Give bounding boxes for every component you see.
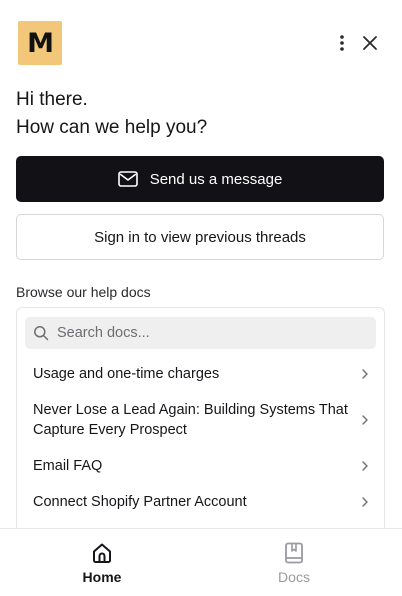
doc-item-shopify-partner[interactable]: Connect Shopify Partner Account: [33, 492, 371, 512]
tab-home-label: Home: [82, 569, 122, 585]
doc-item-title: Email FAQ: [33, 458, 103, 474]
chevron-right-icon: [359, 368, 371, 380]
chevron-right-icon: [359, 414, 371, 426]
search-bar[interactable]: [25, 317, 376, 349]
doc-item-usage-charges[interactable]: Usage and one-time charges: [33, 364, 371, 384]
search-icon: [33, 325, 49, 341]
search-input[interactable]: [57, 325, 357, 341]
greeting-line-2: How can we help you?: [16, 117, 208, 138]
greeting: Hi there. How can we help you?: [16, 86, 207, 142]
vertical-dots-icon: [340, 35, 344, 51]
tab-docs[interactable]: Docs: [234, 541, 354, 591]
doc-item-email-faq[interactable]: Email FAQ: [33, 456, 371, 476]
send-message-button[interactable]: Send us a message: [16, 156, 384, 202]
close-button[interactable]: [358, 31, 382, 55]
sign-in-label: Sign in to view previous threads: [94, 228, 306, 246]
envelope-icon: [117, 171, 138, 187]
tab-docs-label: Docs: [278, 569, 310, 585]
book-icon: [285, 542, 303, 564]
docs-card: Usage and one-time charges Never Lose a …: [16, 307, 385, 547]
home-icon: [93, 543, 111, 563]
brand-logo: M: [18, 21, 62, 65]
bottom-nav: Home Docs: [0, 528, 402, 596]
greeting-line-1: Hi there.: [16, 89, 88, 110]
doc-item-title: Connect Shopify Partner Account: [33, 494, 247, 510]
close-icon: [363, 36, 377, 50]
doc-item-title: Usage and one-time charges: [33, 366, 220, 382]
chevron-right-icon: [359, 496, 371, 508]
doc-item-never-lose-lead[interactable]: Never Lose a Lead Again: Building System…: [33, 400, 371, 440]
send-message-label: Send us a message: [149, 170, 283, 188]
tab-home[interactable]: Home: [42, 541, 162, 591]
docs-section-label: Browse our help docs: [16, 284, 151, 300]
logo-letter: M: [27, 27, 54, 59]
sign-in-threads-button[interactable]: Sign in to view previous threads: [16, 214, 384, 260]
chevron-right-icon: [359, 460, 371, 472]
more-options-button[interactable]: [330, 31, 354, 55]
widget-header: M: [0, 0, 402, 86]
doc-item-title: Never Lose a Lead Again: Building System…: [33, 402, 348, 438]
